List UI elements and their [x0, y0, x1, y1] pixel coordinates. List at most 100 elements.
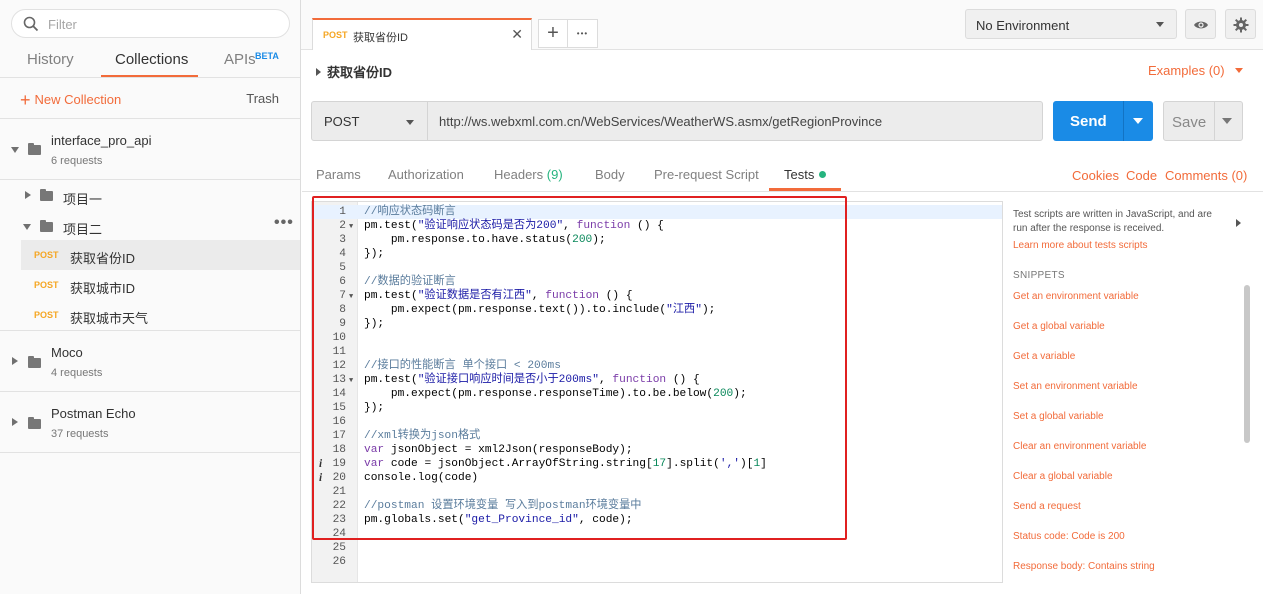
- trash-button[interactable]: Trash: [246, 91, 279, 106]
- tab-params[interactable]: Params: [316, 167, 361, 182]
- fold-toggle-icon[interactable]: ▼: [349, 220, 353, 234]
- snippet-link[interactable]: Get a global variable: [1013, 321, 1105, 332]
- snippet-link[interactable]: Set an environment variable: [1013, 381, 1138, 392]
- method-select[interactable]: POST: [311, 101, 428, 141]
- snippet-link[interactable]: Response body: Contains string: [1013, 561, 1155, 572]
- folder-item-2[interactable]: 项目二 •••: [0, 212, 300, 240]
- code-line[interactable]: 23 pm.globals.set("get_Province_id", code…: [312, 513, 1002, 527]
- line-number: 21: [332, 486, 346, 498]
- code-line[interactable]: 15});: [312, 401, 1002, 415]
- snippet-link[interactable]: Clear an environment variable: [1013, 441, 1146, 452]
- collection-postman-echo[interactable]: Postman Echo 37 requests: [0, 392, 300, 452]
- line-number: 6: [339, 276, 346, 288]
- fold-toggle-icon[interactable]: ▼: [349, 290, 353, 304]
- tab-body[interactable]: Body: [595, 167, 625, 182]
- request-tab-bar: POST 获取省份ID ✕ + ••• No Environment: [301, 0, 1263, 50]
- cookies-link[interactable]: Cookies: [1072, 168, 1119, 183]
- line-number: 2: [339, 220, 346, 232]
- code-text: pm.response.to.have.status(200);: [364, 234, 606, 246]
- tab-collections[interactable]: Collections: [115, 51, 188, 68]
- learn-more-link[interactable]: Learn more about tests scripts: [1013, 240, 1148, 251]
- environment-quick-look-button[interactable]: [1185, 9, 1216, 39]
- filter-box[interactable]: [11, 9, 290, 38]
- more-options-icon[interactable]: •••: [274, 214, 294, 232]
- line-number: 13: [332, 374, 346, 386]
- code-text: console.log(code): [364, 472, 479, 484]
- tests-code-editor[interactable]: 1//响应状态码断言 2 ▼ pm.test("验证响应状态码是否为200", fun…: [311, 201, 1003, 583]
- new-tab-button[interactable]: +: [538, 19, 568, 48]
- code-text: pm.test("验证接口响应时间是否小于200ms", function ()…: [364, 374, 700, 386]
- snippet-link[interactable]: Send a request: [1013, 501, 1081, 512]
- code-line[interactable]: 3 pm.response.to.have.status(200);: [312, 233, 1002, 247]
- examples-dropdown[interactable]: Examples (0): [1148, 63, 1243, 78]
- code-line[interactable]: 18 var jsonObject = xml2Json(responseBody…: [312, 443, 1002, 457]
- tab-authorization[interactable]: Authorization: [388, 167, 464, 182]
- snippet-link[interactable]: Set a global variable: [1013, 411, 1104, 422]
- code-line[interactable]: 24: [312, 527, 1002, 541]
- folder-item-1[interactable]: 项目一: [0, 182, 300, 210]
- line-number: 16: [332, 416, 346, 428]
- request-title[interactable]: 获取省份ID: [316, 62, 392, 81]
- request-item[interactable]: POST 获取省份ID: [21, 240, 300, 270]
- fold-toggle-icon[interactable]: ▼: [349, 374, 353, 388]
- code-line[interactable]: 11: [312, 345, 1002, 359]
- code-text: var code = jsonObject.ArrayOfString.stri…: [364, 458, 767, 470]
- code-line[interactable]: 19 i var code = jsonObject.ArrayOfString.s…: [312, 457, 1002, 471]
- tab-pre-request-script[interactable]: Pre-request Script: [654, 167, 759, 182]
- filter-input[interactable]: [48, 14, 278, 34]
- code-line[interactable]: 5: [312, 261, 1002, 275]
- code-line[interactable]: 9});: [312, 317, 1002, 331]
- code-line[interactable]: 26: [312, 555, 1002, 569]
- code-line[interactable]: 21: [312, 485, 1002, 499]
- code-line[interactable]: 8 pm.expect(pm.response.text()).to.inclu…: [312, 303, 1002, 317]
- code-text: //xml转换为json格式: [364, 430, 481, 442]
- chevron-down-icon[interactable]: [1222, 118, 1232, 124]
- code-line[interactable]: 7 ▼ pm.test("验证数据是否有江西", function () {: [312, 289, 1002, 303]
- code-line[interactable]: 16: [312, 415, 1002, 429]
- send-button[interactable]: Send: [1053, 101, 1153, 141]
- collection-interface-pro-api[interactable]: interface_pro_api 6 requests: [0, 119, 300, 179]
- code-line[interactable]: 12 //接口的性能断言 单个接口 < 200ms: [312, 359, 1002, 373]
- snippet-link[interactable]: Get a variable: [1013, 351, 1075, 362]
- code-line[interactable]: 6 //数据的验证断言: [312, 275, 1002, 289]
- scrollbar[interactable]: [1244, 285, 1250, 443]
- new-collection-button[interactable]: + New Collection: [20, 90, 121, 111]
- collection-moco[interactable]: Moco 4 requests: [0, 331, 300, 391]
- tab-options-button[interactable]: •••: [567, 19, 598, 48]
- line-number: 25: [332, 542, 346, 554]
- environment-select[interactable]: No Environment: [965, 9, 1177, 39]
- chevron-right-icon[interactable]: [1236, 219, 1241, 227]
- code-line[interactable]: 4});: [312, 247, 1002, 261]
- request-tab-active[interactable]: POST 获取省份ID ✕: [312, 18, 532, 50]
- snippet-link[interactable]: Status code: Code is 200: [1013, 531, 1125, 542]
- line-number: 8: [339, 304, 346, 316]
- save-button[interactable]: Save: [1163, 101, 1243, 141]
- request-item[interactable]: POST 获取城市ID: [21, 270, 300, 300]
- url-input[interactable]: [427, 101, 1043, 141]
- code-line[interactable]: 10: [312, 331, 1002, 345]
- request-item[interactable]: POST 获取城市天气: [21, 300, 300, 330]
- folder-icon: [40, 189, 53, 201]
- tab-headers[interactable]: Headers (9): [494, 167, 563, 182]
- code-line[interactable]: 17 //xml转换为json格式: [312, 429, 1002, 443]
- code-line[interactable]: 25: [312, 541, 1002, 555]
- code-link[interactable]: Code: [1126, 168, 1157, 183]
- comments-link[interactable]: Comments (0): [1165, 168, 1247, 183]
- code-line[interactable]: 14 pm.expect(pm.response.responseTime).t…: [312, 387, 1002, 401]
- line-number: 23: [332, 514, 346, 526]
- snippet-link[interactable]: Clear a global variable: [1013, 471, 1113, 482]
- chevron-down-icon[interactable]: [1133, 118, 1143, 124]
- code-text: //postman 设置环境变量 写入到postman环境变量中: [364, 500, 642, 512]
- code-line[interactable]: 20 i console.log(code): [312, 471, 1002, 485]
- tab-apis[interactable]: APIs: [224, 51, 256, 68]
- close-icon[interactable]: ✕: [511, 26, 523, 43]
- code-line[interactable]: 1 //响应状态码断言: [312, 205, 1002, 219]
- line-number: 26: [332, 556, 346, 568]
- manage-environments-button[interactable]: [1225, 9, 1256, 39]
- tab-history[interactable]: History: [27, 51, 74, 68]
- code-line[interactable]: 13 ▼ pm.test("验证接口响应时间是否小于200ms", function…: [312, 373, 1002, 387]
- code-line[interactable]: 2 ▼ pm.test("验证响应状态码是否为200", function () {: [312, 219, 1002, 233]
- snippet-link[interactable]: Get an environment variable: [1013, 291, 1139, 302]
- code-line[interactable]: 22 //postman 设置环境变量 写入到postman环境变量中: [312, 499, 1002, 513]
- tab-tests[interactable]: Tests: [784, 167, 827, 182]
